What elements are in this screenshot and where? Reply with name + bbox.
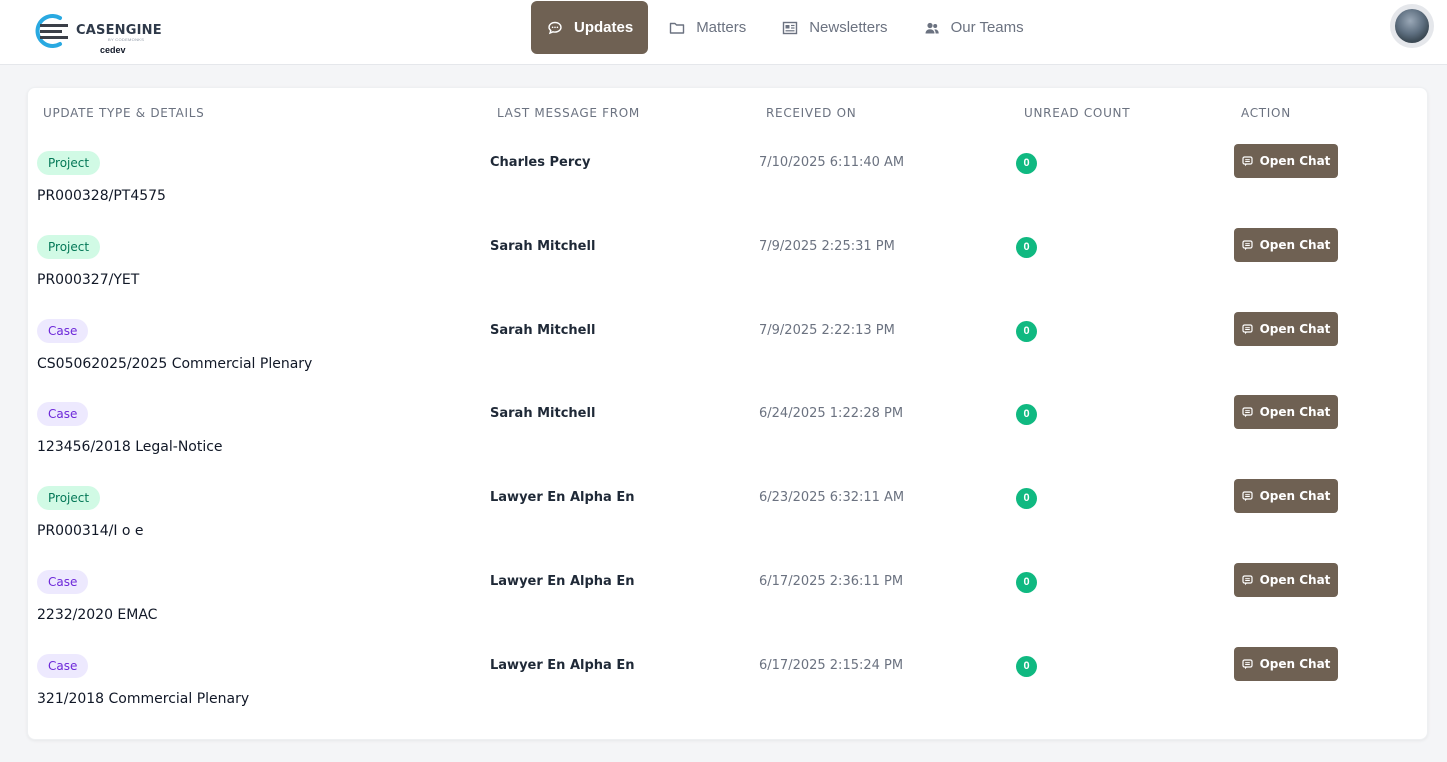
top-header: CASENGINE BY CODEMONKS cedev Updates Mat… <box>0 0 1447 65</box>
type-badge: Case <box>37 570 89 594</box>
unread-count-badge: 0 <box>1016 404 1037 425</box>
nav-updates-label: Updates <box>574 19 634 36</box>
unread-count-badge: 0 <box>1016 321 1037 342</box>
table-row: Project PR000328/PT4575 Charles Percy 7/… <box>28 144 1429 235</box>
avatar-image <box>1395 9 1429 43</box>
last-message-from: Sarah Mitchell <box>490 323 596 338</box>
type-badge: Case <box>37 654 89 678</box>
type-badge: Case <box>37 402 89 426</box>
brand-name: CASENGINE <box>76 23 162 38</box>
received-on: 7/9/2025 2:22:13 PM <box>759 323 895 338</box>
nav-newsletters-label: Newsletters <box>809 19 888 36</box>
chat-icon <box>1241 490 1253 502</box>
open-chat-button[interactable]: Open Chat <box>1234 228 1338 262</box>
last-message-from: Lawyer En Alpha En <box>490 658 635 673</box>
newspaper-icon <box>782 20 798 36</box>
unread-count-badge: 0 <box>1016 237 1037 258</box>
received-on: 6/24/2025 1:22:28 PM <box>759 406 904 421</box>
last-message-from: Lawyer En Alpha En <box>490 490 635 505</box>
update-reference: CS05062025/2025 Commercial Plenary <box>37 356 313 372</box>
chat-icon <box>1241 574 1253 586</box>
main-nav: Updates Matters Newsletters Our Teams <box>531 1 1044 54</box>
table-row: Case 2232/2020 EMAC Lawyer En Alpha En 6… <box>28 563 1429 654</box>
brand-tagline: BY CODEMONKS <box>108 37 145 42</box>
nav-newsletters[interactable]: Newsletters <box>766 1 902 54</box>
nav-matters[interactable]: Matters <box>653 1 761 54</box>
nav-matters-label: Matters <box>696 19 747 36</box>
chat-bubble-icon <box>547 20 563 36</box>
open-chat-label: Open Chat <box>1259 573 1331 587</box>
chat-icon <box>1241 406 1253 418</box>
open-chat-button[interactable]: Open Chat <box>1234 312 1338 346</box>
received-on: 7/10/2025 6:11:40 AM <box>759 155 905 170</box>
unread-count-badge: 0 <box>1016 572 1037 593</box>
open-chat-button[interactable]: Open Chat <box>1234 479 1338 513</box>
type-badge: Project <box>37 151 101 175</box>
chat-icon <box>1241 658 1253 670</box>
table-row: Case 321/2018 Commercial Plenary Lawyer … <box>28 647 1429 738</box>
table-row: Project PR000314/I o e Lawyer En Alpha E… <box>28 479 1429 570</box>
update-reference: 123456/2018 Legal-Notice <box>37 439 223 455</box>
table-row: Case 123456/2018 Legal-Notice Sarah Mitc… <box>28 395 1429 486</box>
open-chat-label: Open Chat <box>1259 489 1331 503</box>
last-message-from: Charles Percy <box>490 155 591 170</box>
column-header-unread-count: UNREAD COUNT <box>1024 106 1131 120</box>
user-avatar[interactable] <box>1390 4 1434 48</box>
received-on: 7/9/2025 2:25:31 PM <box>759 239 895 254</box>
open-chat-label: Open Chat <box>1259 238 1331 252</box>
casengine-logo[interactable]: CASENGINE BY CODEMONKS cedev <box>30 12 162 56</box>
chat-icon <box>1241 155 1253 167</box>
users-icon <box>924 20 940 36</box>
type-badge: Project <box>37 235 101 259</box>
update-reference: PR000327/YET <box>37 272 140 288</box>
open-chat-button[interactable]: Open Chat <box>1234 563 1338 597</box>
chat-icon <box>1241 323 1253 335</box>
unread-count-badge: 0 <box>1016 153 1037 174</box>
column-header-update-type: UPDATE TYPE & DETAILS <box>43 106 205 120</box>
organization-name: cedev <box>100 45 126 55</box>
updates-table: UPDATE TYPE & DETAILS LAST MESSAGE FROM … <box>27 87 1428 740</box>
update-reference: PR000328/PT4575 <box>37 188 166 204</box>
last-message-from: Sarah Mitchell <box>490 239 596 254</box>
table-row: Case CS05062025/2025 Commercial Plenary … <box>28 312 1429 403</box>
column-header-last-message-from: LAST MESSAGE FROM <box>497 106 640 120</box>
update-reference: 2232/2020 EMAC <box>37 607 158 623</box>
casengine-logo-mark <box>35 14 68 48</box>
folder-icon <box>669 20 685 36</box>
open-chat-label: Open Chat <box>1259 657 1331 671</box>
open-chat-label: Open Chat <box>1259 322 1331 336</box>
open-chat-button[interactable]: Open Chat <box>1234 647 1338 681</box>
nav-our-teams[interactable]: Our Teams <box>908 1 1039 54</box>
chat-icon <box>1241 239 1253 251</box>
nav-our-teams-label: Our Teams <box>950 19 1024 36</box>
last-message-from: Lawyer En Alpha En <box>490 574 635 589</box>
nav-updates[interactable]: Updates <box>531 1 649 54</box>
unread-count-badge: 0 <box>1016 488 1037 509</box>
table-row: Project PR000327/YET Sarah Mitchell 7/9/… <box>28 228 1429 319</box>
type-badge: Project <box>37 486 101 510</box>
received-on: 6/17/2025 2:36:11 PM <box>759 574 904 589</box>
open-chat-button[interactable]: Open Chat <box>1234 144 1338 178</box>
update-reference: 321/2018 Commercial Plenary <box>37 691 250 707</box>
type-badge: Case <box>37 319 89 343</box>
received-on: 6/23/2025 6:32:11 AM <box>759 490 905 505</box>
last-message-from: Sarah Mitchell <box>490 406 596 421</box>
open-chat-label: Open Chat <box>1259 154 1331 168</box>
open-chat-label: Open Chat <box>1259 405 1331 419</box>
unread-count-badge: 0 <box>1016 656 1037 677</box>
update-reference: PR000314/I o e <box>37 523 144 539</box>
column-header-action: ACTION <box>1241 106 1291 120</box>
column-header-received-on: RECEIVED ON <box>766 106 857 120</box>
open-chat-button[interactable]: Open Chat <box>1234 395 1338 429</box>
received-on: 6/17/2025 2:15:24 PM <box>759 658 904 673</box>
